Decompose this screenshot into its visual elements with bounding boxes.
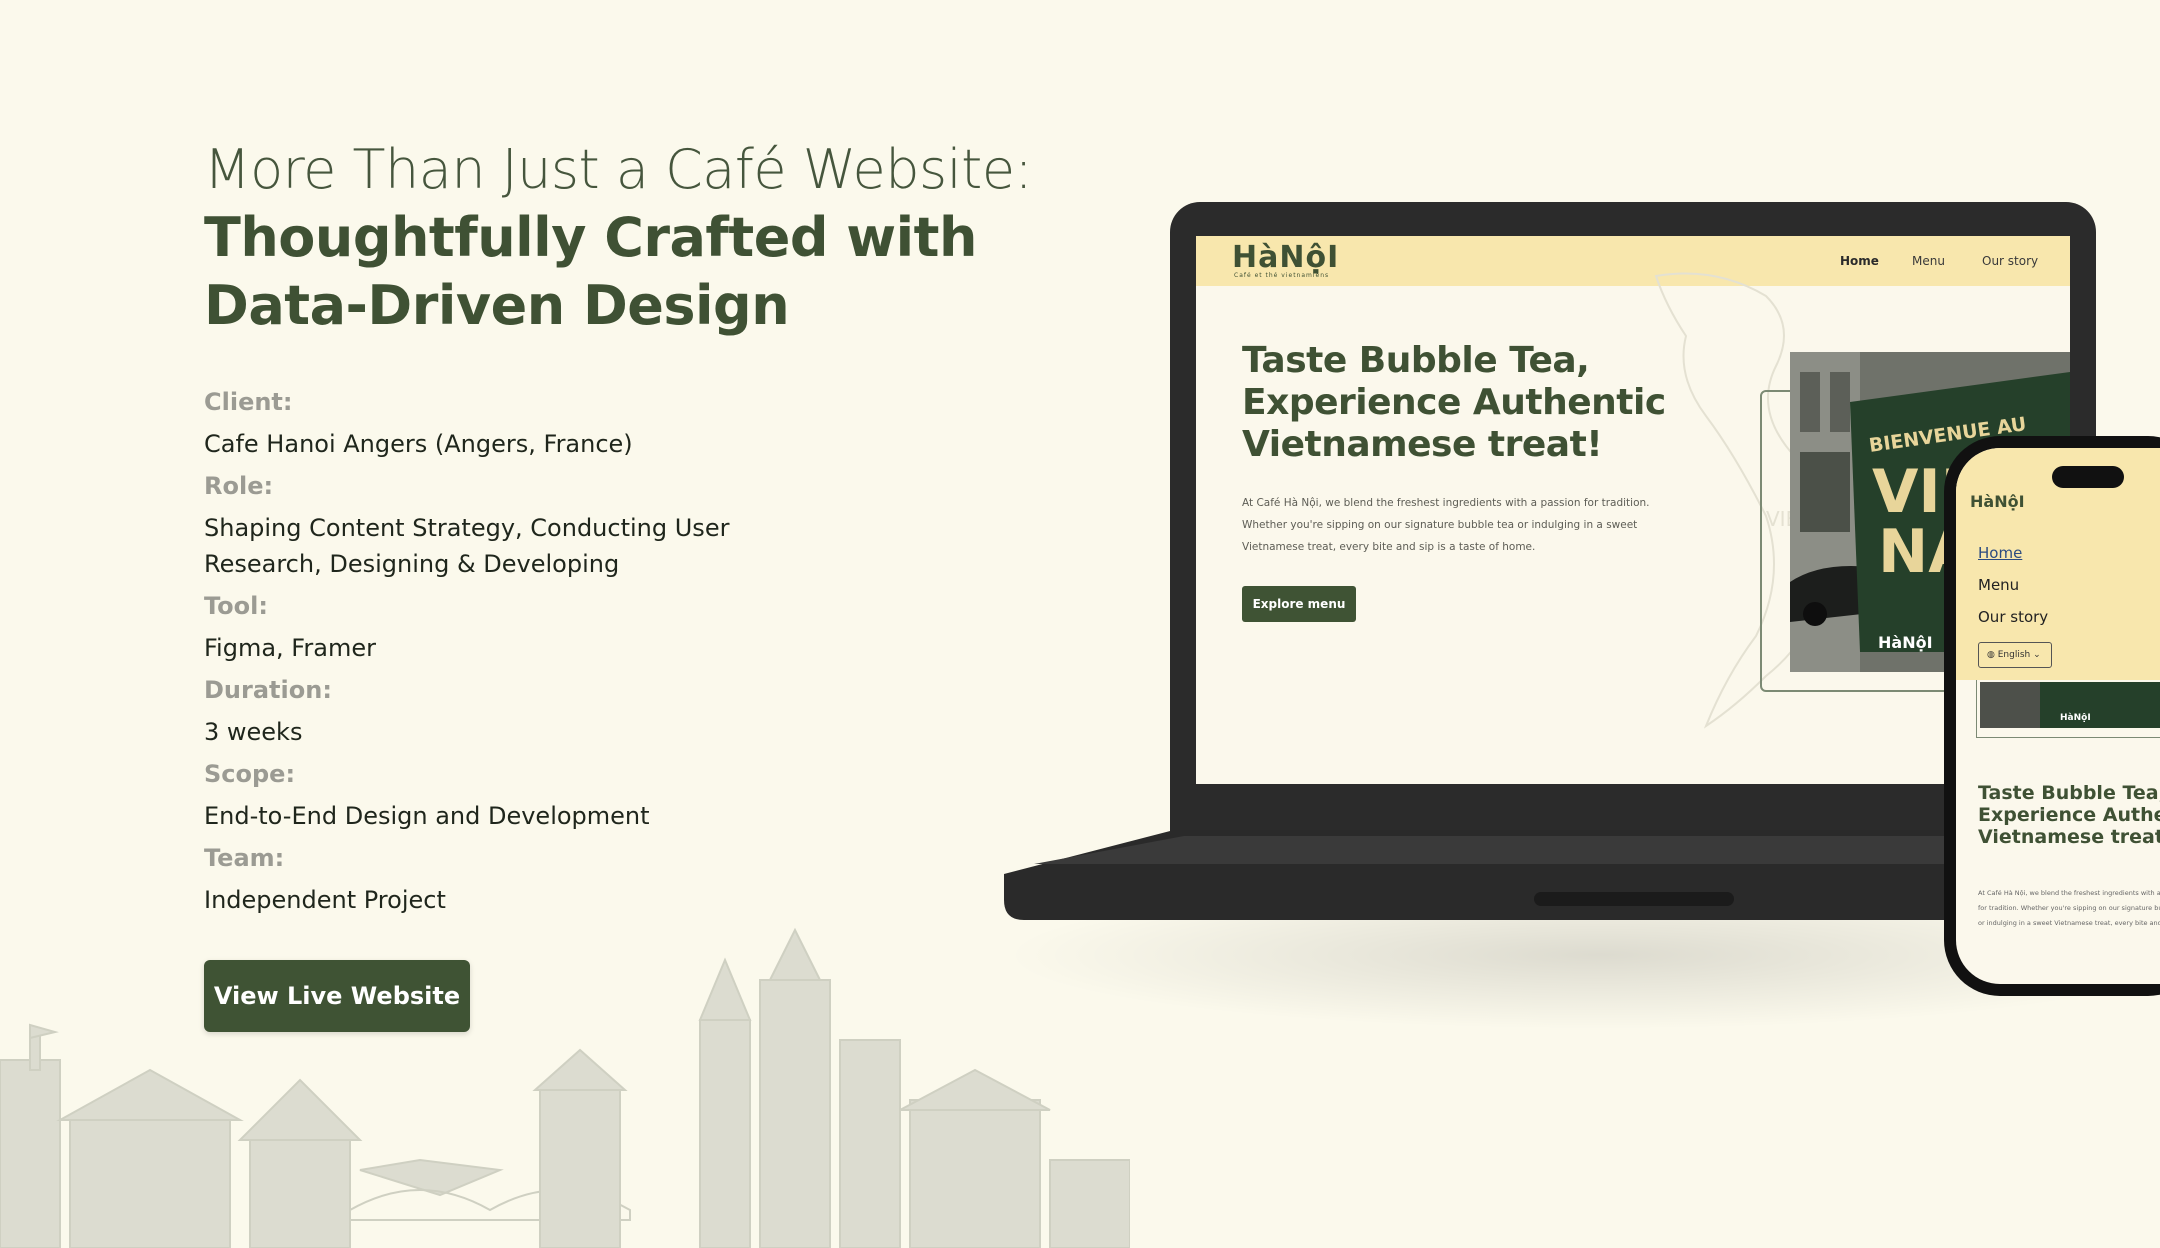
hero-title: Taste Bubble Tea, Experience Authentic V… <box>1242 340 1666 465</box>
laptop-screen: HàNộI Café et thé vietnamiens Home Menu … <box>1196 236 2070 784</box>
phone-storefront-photo: HàNộI <box>1978 680 2160 728</box>
phone-hero-title: Taste Bubble Tea, Experience Authentic V… <box>1978 782 2160 848</box>
nav-menu-link[interactable]: Menu <box>1912 254 1945 268</box>
headline-line3: Data-Driven Design <box>204 274 790 337</box>
headline-line1: More Than Just a Café Website: <box>204 138 1033 201</box>
hero-description: At Café Hà Nội, we blend the freshest in… <box>1242 497 1650 553</box>
explore-menu-button[interactable]: Explore menu <box>1242 586 1356 622</box>
project-info-list: Client: Cafe Hanoi Angers (Angers, Franc… <box>204 384 1104 918</box>
phone-nav-our-story-link[interactable]: Our story <box>1978 608 2048 626</box>
headline-line2: Thoughtfully Crafted with <box>204 206 977 269</box>
phone-nav-menu-link[interactable]: Menu <box>1978 576 2019 594</box>
scope-value: End-to-End Design and Development <box>204 802 650 830</box>
phone-screen: HàNộI Home Menu Our story ◍ English ⌄ Hà… <box>1956 448 2160 984</box>
sign-logo: HàNộI <box>1878 633 1933 652</box>
team-value: Independent Project <box>204 886 446 914</box>
site-logo[interactable]: HàNộI <box>1232 240 1339 275</box>
team-label: Team: <box>204 844 285 872</box>
phone-hero-text-line: At Café Hà Nội, we blend the freshest in… <box>1978 889 2160 897</box>
nav-our-story-link[interactable]: Our story <box>1982 254 2038 268</box>
phone-photo-logo: HàNộI <box>2060 713 2091 723</box>
globe-icon: ◍ <box>1987 650 1998 660</box>
duration-value: 3 weeks <box>204 718 303 746</box>
site-logo-tagline: Café et thé vietnamiens <box>1234 272 1330 279</box>
duration-label: Duration: <box>204 676 332 704</box>
chevron-down-icon: ⌄ <box>2030 650 2041 660</box>
project-intro: More Than Just a Café Website: Thoughtfu… <box>204 136 1104 918</box>
view-live-website-button[interactable]: View Live Website <box>204 960 470 1032</box>
tool-value: Figma, Framer <box>204 634 376 662</box>
phone-hero-text-line: for tradition. Whether you're sipping on… <box>1978 904 2160 912</box>
tool-label: Tool: <box>204 592 268 620</box>
city-skyline-illustration <box>0 927 1130 1248</box>
phone-notch <box>2052 466 2124 488</box>
phone-hero-text-line: or indulging in a sweet Vietnamese treat… <box>1978 919 2160 927</box>
phone-hero-description: At Café Hà Nội, we blend the freshest in… <box>1978 886 2160 931</box>
client-label: Client: <box>204 388 293 416</box>
phone-nav-home-link[interactable]: Home <box>1978 544 2022 562</box>
scope-label: Scope: <box>204 760 296 788</box>
language-value: English <box>1997 650 2031 660</box>
phone-site-logo[interactable]: HàNộI <box>1970 492 2025 511</box>
language-select[interactable]: ◍ English ⌄ <box>1978 642 2052 668</box>
phone-mockup: HàNộI Home Menu Our story ◍ English ⌄ Hà… <box>1944 436 2160 996</box>
client-value: Cafe Hanoi Angers (Angers, France) <box>204 430 633 458</box>
phone-storefront-illustration: HàNộI <box>1980 682 2160 728</box>
role-label: Role: <box>204 472 274 500</box>
role-value: Shaping Content Strategy, Conducting Use… <box>204 514 730 578</box>
